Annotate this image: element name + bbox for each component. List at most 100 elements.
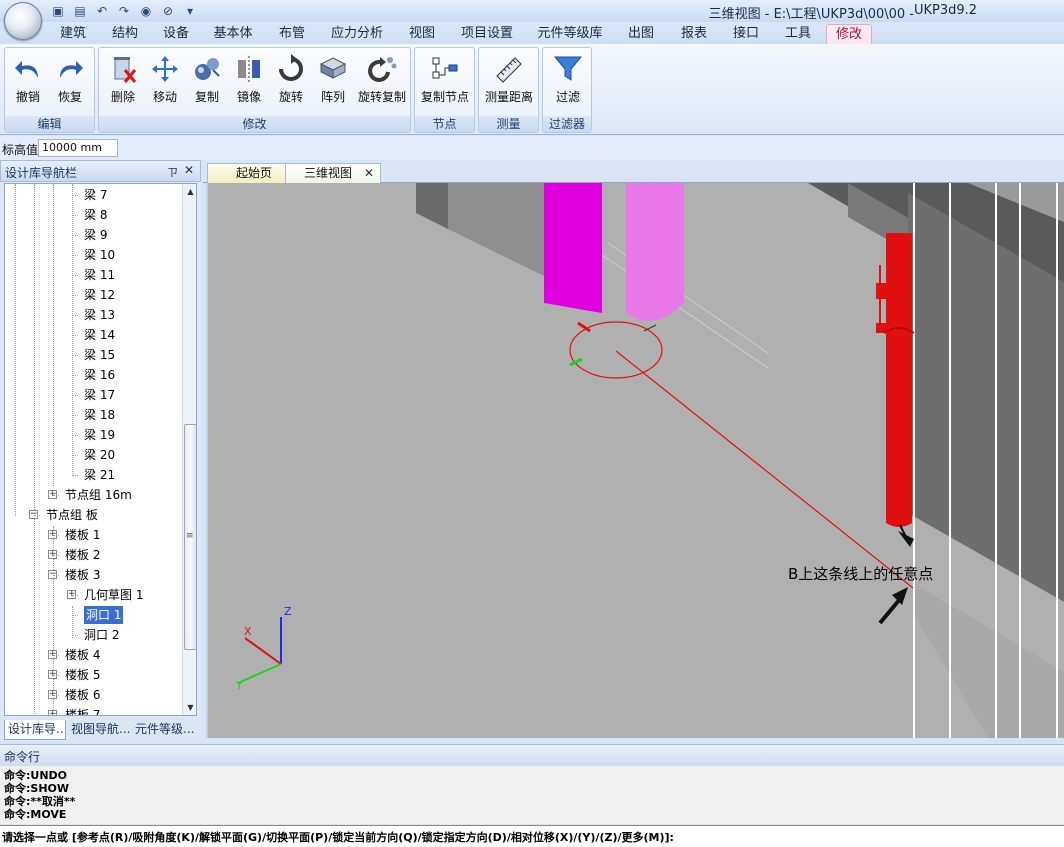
tree-item[interactable]: 几何草图 1 <box>84 586 143 604</box>
array-icon <box>319 57 347 79</box>
mirror-button[interactable]: 镜像 <box>228 54 270 110</box>
tab-view[interactable]: 视图 <box>407 24 437 44</box>
tab-piping[interactable]: 布管 <box>277 24 307 44</box>
scroll-down-icon[interactable]: ▼ <box>183 700 196 715</box>
tree-item[interactable]: 洞口 2 <box>84 626 119 644</box>
ribbon-tab-bar: 建筑 结构 设备 基本体 布管 应力分析 视图 项目设置 元件等级库 出图 报表… <box>0 22 1064 44</box>
tree-item[interactable]: 楼板 4 <box>65 646 100 664</box>
copy-button[interactable]: 复制 <box>186 54 228 110</box>
tree-item[interactable]: 楼板 6 <box>65 686 100 704</box>
tree-item[interactable]: 梁 16 <box>84 366 115 384</box>
tab-component-library[interactable]: 元件等级库 <box>537 24 603 44</box>
tree-item[interactable]: 梁 18 <box>84 406 115 424</box>
tab-view-navigator[interactable]: 视图导航... <box>71 720 131 740</box>
tab-stress-analysis[interactable]: 应力分析 <box>330 24 384 44</box>
save-icon[interactable]: ▣ <box>50 4 66 18</box>
redo-label: 恢复 <box>57 90 82 104</box>
delete-icon <box>114 57 137 83</box>
pin-icon[interactable]: ㄗ <box>167 164 178 180</box>
undo-button[interactable]: 撤销 <box>7 54 49 110</box>
axis-x-label: X <box>244 625 252 638</box>
undo-icon[interactable]: ↶ <box>94 4 110 18</box>
tree-item[interactable]: 梁 17 <box>84 386 115 404</box>
mirror-label: 镜像 <box>236 90 261 104</box>
tree-item[interactable]: 梁 15 <box>84 346 115 364</box>
filter-button[interactable]: 过滤 <box>547 54 589 110</box>
array-button[interactable]: 阵列 <box>312 54 354 110</box>
copy-node-button[interactable]: 复制节点 <box>419 54 471 110</box>
show-icon[interactable]: ◉ <box>138 4 154 18</box>
tree-item[interactable]: 梁 13 <box>84 306 115 324</box>
tab-primitives[interactable]: 基本体 <box>212 24 254 44</box>
tree-item[interactable]: 楼板 3 <box>65 566 100 584</box>
window-title-version: UKP3d9.2 <box>914 3 978 18</box>
application-menu-button[interactable] <box>4 2 42 40</box>
quick-access-toolbar: ▣ ▤ ↶ ↷ ◉ ⊘ ▾ <box>50 3 198 19</box>
elevation-input[interactable]: 10000 mm <box>38 139 118 157</box>
group-modify-label: 修改 <box>99 116 410 132</box>
tree-item[interactable]: 梁 9 <box>84 226 107 244</box>
tab-3d-view-label: 三维视图 <box>304 166 353 180</box>
tab-drawing[interactable]: 出图 <box>626 24 656 44</box>
tree-item[interactable]: 梁 21 <box>84 466 115 484</box>
measure-distance-button[interactable]: 测量距离 <box>483 54 535 110</box>
tree-item[interactable]: 楼板 5 <box>65 666 100 684</box>
save-as-icon[interactable]: ▤ <box>72 4 88 18</box>
tab-design-library[interactable]: 设计库导... <box>4 720 66 740</box>
tab-building[interactable]: 建筑 <box>58 24 88 44</box>
tab-equipment[interactable]: 设备 <box>161 24 191 44</box>
tree-item[interactable]: 梁 11 <box>84 266 115 284</box>
tree-item[interactable]: 梁 20 <box>84 446 115 464</box>
tab-3d-view[interactable]: 三维视图 ✕ <box>285 163 381 183</box>
tree-item[interactable]: 洞口 1 <box>84 606 124 624</box>
tab-interface[interactable]: 接口 <box>731 24 761 44</box>
command-log-line: 命令:MOVE <box>4 808 67 821</box>
tree-item[interactable]: 梁 8 <box>84 206 107 224</box>
expand-icon[interactable]: + <box>48 710 57 715</box>
rotate-copy-icon <box>368 57 397 82</box>
tree-item[interactable]: 梁 12 <box>84 286 115 304</box>
pink-pipe[interactable] <box>626 183 684 321</box>
navigator-scrollbar[interactable]: ▲ ≡ ▼ <box>182 184 196 715</box>
tree-item[interactable]: 节点组 16m <box>65 486 132 504</box>
tree-item[interactable]: 梁 10 <box>84 246 115 264</box>
group-measure-label: 测量 <box>479 116 538 132</box>
tab-modify[interactable]: 修改 <box>826 24 872 44</box>
3d-viewport[interactable]: Z X Y B上这条线上的任意点 <box>206 183 1064 738</box>
tree-item[interactable]: 梁 19 <box>84 426 115 444</box>
hide-icon[interactable]: ⊘ <box>160 4 176 18</box>
undo-label: 撤销 <box>15 90 40 104</box>
tab-project-settings[interactable]: 项目设置 <box>460 24 514 44</box>
rotate-button[interactable]: 旋转 <box>270 54 312 110</box>
move-icon <box>152 56 178 82</box>
tab-tools[interactable]: 工具 <box>783 24 813 44</box>
tree-item[interactable]: 梁 7 <box>84 186 107 204</box>
rotate-label: 旋转 <box>278 90 303 104</box>
move-button[interactable]: 移动 <box>144 54 186 110</box>
copy-node-label: 复制节点 <box>420 90 469 104</box>
rotate-copy-button[interactable]: 旋转复制 <box>357 54 407 110</box>
group-node-label: 节点 <box>415 116 474 132</box>
tree-item[interactable]: 楼板 7 <box>65 706 100 715</box>
tab-report[interactable]: 报表 <box>679 24 709 44</box>
redo-button[interactable]: 恢复 <box>49 54 91 110</box>
redo-icon[interactable]: ↷ <box>116 4 132 18</box>
magenta-pipe[interactable] <box>544 183 602 313</box>
rotate-copy-label: 旋转复制 <box>357 90 406 104</box>
elevation-label: 标高值 <box>2 143 39 157</box>
close-icon[interactable]: ✕ <box>184 163 194 177</box>
tree-item[interactable]: 梁 14 <box>84 326 115 344</box>
tree-item[interactable]: 节点组 板 <box>46 506 98 524</box>
group-edit-label: 编辑 <box>5 116 94 132</box>
tree-item[interactable]: 楼板 1 <box>65 526 100 544</box>
tab-component-grade[interactable]: 元件等级... <box>135 720 197 740</box>
red-pipe[interactable] <box>886 233 912 527</box>
scroll-up-icon[interactable]: ▲ <box>183 184 196 199</box>
tab-start-page[interactable]: 起始页 <box>207 163 287 183</box>
delete-button[interactable]: 删除 <box>102 54 144 110</box>
command-input[interactable]: 请选择一点或 [参考点(R)/吸附角度(K)/解锁平面(G)/切换平面(P)/锁… <box>0 825 1064 847</box>
customize-icon[interactable]: ▾ <box>182 4 198 18</box>
close-tab-icon[interactable]: ✕ <box>364 164 374 182</box>
tree-item[interactable]: 楼板 2 <box>65 546 100 564</box>
tab-structure[interactable]: 结构 <box>110 24 140 44</box>
